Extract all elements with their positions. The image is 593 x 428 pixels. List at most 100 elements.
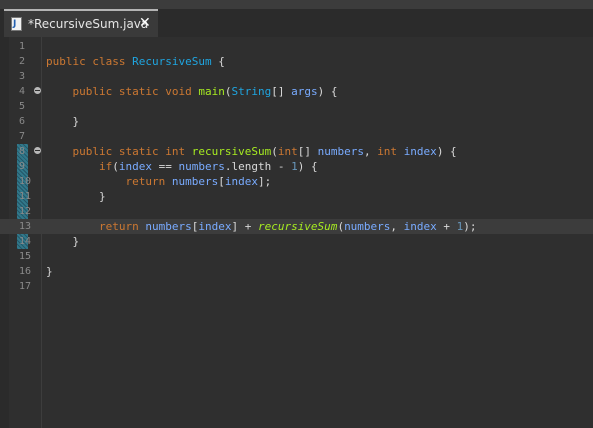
code-token: int bbox=[277, 145, 298, 158]
code-token: args bbox=[291, 85, 318, 98]
code-token: , bbox=[363, 145, 378, 158]
code-line[interactable]: 4 public static void main(String[] args)… bbox=[0, 84, 593, 99]
code-token: numbers bbox=[145, 220, 192, 233]
code-token: return bbox=[46, 175, 172, 188]
line-number: 8 bbox=[19, 146, 26, 157]
code-token: int bbox=[165, 145, 192, 158]
line-number: 5 bbox=[19, 101, 26, 112]
line-number: 4 bbox=[19, 86, 26, 97]
line-number: 10 bbox=[19, 176, 32, 187]
tab-title: *RecursiveSum.java bbox=[28, 17, 149, 31]
line-number: 3 bbox=[19, 71, 26, 82]
code-token: public static bbox=[46, 145, 166, 158]
code-token: recursiveSum bbox=[191, 145, 272, 158]
code-line[interactable]: 10 return numbers[index]; bbox=[0, 174, 593, 189]
code-line[interactable]: 12 bbox=[0, 204, 593, 219]
code-token: + bbox=[436, 220, 457, 233]
line-number: 16 bbox=[19, 266, 32, 277]
code-line[interactable]: 8 public static int recursiveSum(int[] n… bbox=[0, 144, 593, 159]
code-line[interactable]: 11 } bbox=[0, 189, 593, 204]
code-token: } bbox=[46, 115, 80, 128]
code-token: recursiveSum bbox=[257, 220, 338, 233]
code-token: String bbox=[231, 85, 272, 98]
code-token: ]; bbox=[257, 175, 272, 188]
line-number: 2 bbox=[19, 56, 26, 67]
code-token: index bbox=[403, 220, 437, 233]
editor-tab-bar: J *RecursiveSum.java ✕ bbox=[0, 9, 593, 37]
code-line[interactable]: 6 } bbox=[0, 114, 593, 129]
code-token: numbers bbox=[317, 145, 364, 158]
line-number: 13 bbox=[19, 221, 32, 232]
code-token: } bbox=[46, 265, 53, 278]
editor-tab[interactable]: J *RecursiveSum.java ✕ bbox=[4, 9, 158, 37]
code-token: int bbox=[377, 145, 404, 158]
code-line[interactable]: 9 if(index == numbers.length - 1) { bbox=[0, 159, 593, 174]
code-text: } bbox=[46, 189, 106, 204]
code-token: .length - bbox=[224, 160, 292, 173]
code-token: index bbox=[403, 145, 437, 158]
close-icon[interactable]: ✕ bbox=[139, 15, 151, 31]
code-line[interactable]: 1 bbox=[0, 39, 593, 54]
code-token: main bbox=[198, 85, 225, 98]
code-line[interactable]: 5 bbox=[0, 99, 593, 114]
code-text: public static int recursiveSum(int[] num… bbox=[46, 144, 457, 159]
code-token: if bbox=[46, 160, 113, 173]
code-token: public static void bbox=[46, 85, 199, 98]
code-token: index bbox=[198, 220, 232, 233]
line-number: 12 bbox=[19, 206, 32, 217]
window-top-strip bbox=[0, 0, 593, 9]
code-text: public class RecursiveSum { bbox=[46, 54, 225, 69]
line-number: 15 bbox=[19, 251, 32, 262]
code-line[interactable]: 7 bbox=[0, 129, 593, 144]
code-token: [] bbox=[271, 85, 292, 98]
code-token: } bbox=[46, 190, 106, 203]
code-token: [] bbox=[297, 145, 318, 158]
code-line[interactable]: 17 bbox=[0, 279, 593, 294]
code-token: numbers bbox=[344, 220, 391, 233]
code-text: public static void main(String[] args) { bbox=[46, 84, 337, 99]
code-line[interactable]: 14 } bbox=[0, 234, 593, 249]
fold-collapse-icon[interactable] bbox=[34, 147, 41, 154]
code-token: ) { bbox=[436, 145, 457, 158]
code-token: 1 bbox=[291, 160, 298, 173]
code-line[interactable]: 2 public class RecursiveSum { bbox=[0, 54, 593, 69]
java-file-icon-letter: J bbox=[13, 19, 17, 29]
code-line[interactable]: 13 return numbers[index] + recursiveSum(… bbox=[0, 219, 593, 234]
code-token: ); bbox=[463, 220, 477, 233]
line-number: 9 bbox=[19, 161, 26, 172]
code-token: { bbox=[211, 55, 225, 68]
fold-collapse-icon[interactable] bbox=[34, 87, 41, 94]
code-text: } bbox=[46, 264, 53, 279]
code-text: return numbers[index]; bbox=[46, 174, 271, 189]
code-token: ) { bbox=[297, 160, 318, 173]
code-token: public class bbox=[46, 55, 133, 68]
code-token: RecursiveSum bbox=[132, 55, 212, 68]
code-token: } bbox=[46, 235, 80, 248]
code-editor[interactable]: 1 2 public class RecursiveSum {3 4 public s… bbox=[0, 37, 593, 428]
code-token: ) { bbox=[317, 85, 338, 98]
code-text: } bbox=[46, 234, 79, 249]
line-number: 6 bbox=[19, 116, 26, 127]
code-line[interactable]: 15 bbox=[0, 249, 593, 264]
code-token: ] + bbox=[231, 220, 258, 233]
code-token: [ bbox=[218, 175, 225, 188]
code-token: return bbox=[46, 220, 146, 233]
code-line[interactable]: 16} bbox=[0, 264, 593, 279]
line-number: 1 bbox=[19, 41, 26, 52]
line-number: 14 bbox=[19, 236, 32, 247]
code-token: == bbox=[151, 160, 179, 173]
code-token: ( bbox=[271, 145, 278, 158]
code-token: , bbox=[390, 220, 404, 233]
code-text: } bbox=[46, 114, 79, 129]
code-token: numbers bbox=[171, 175, 219, 188]
code-line[interactable]: 3 bbox=[0, 69, 593, 84]
code-token: ( bbox=[112, 160, 119, 173]
code-text: return numbers[index] + recursiveSum(num… bbox=[46, 219, 477, 234]
code-token: numbers bbox=[178, 160, 225, 173]
line-number: 17 bbox=[19, 281, 32, 292]
code-text: if(index == numbers.length - 1) { bbox=[46, 159, 318, 174]
java-file-icon: J bbox=[11, 17, 22, 31]
code-token: index bbox=[118, 160, 152, 173]
line-number: 11 bbox=[19, 191, 32, 202]
code-token: index bbox=[224, 175, 258, 188]
